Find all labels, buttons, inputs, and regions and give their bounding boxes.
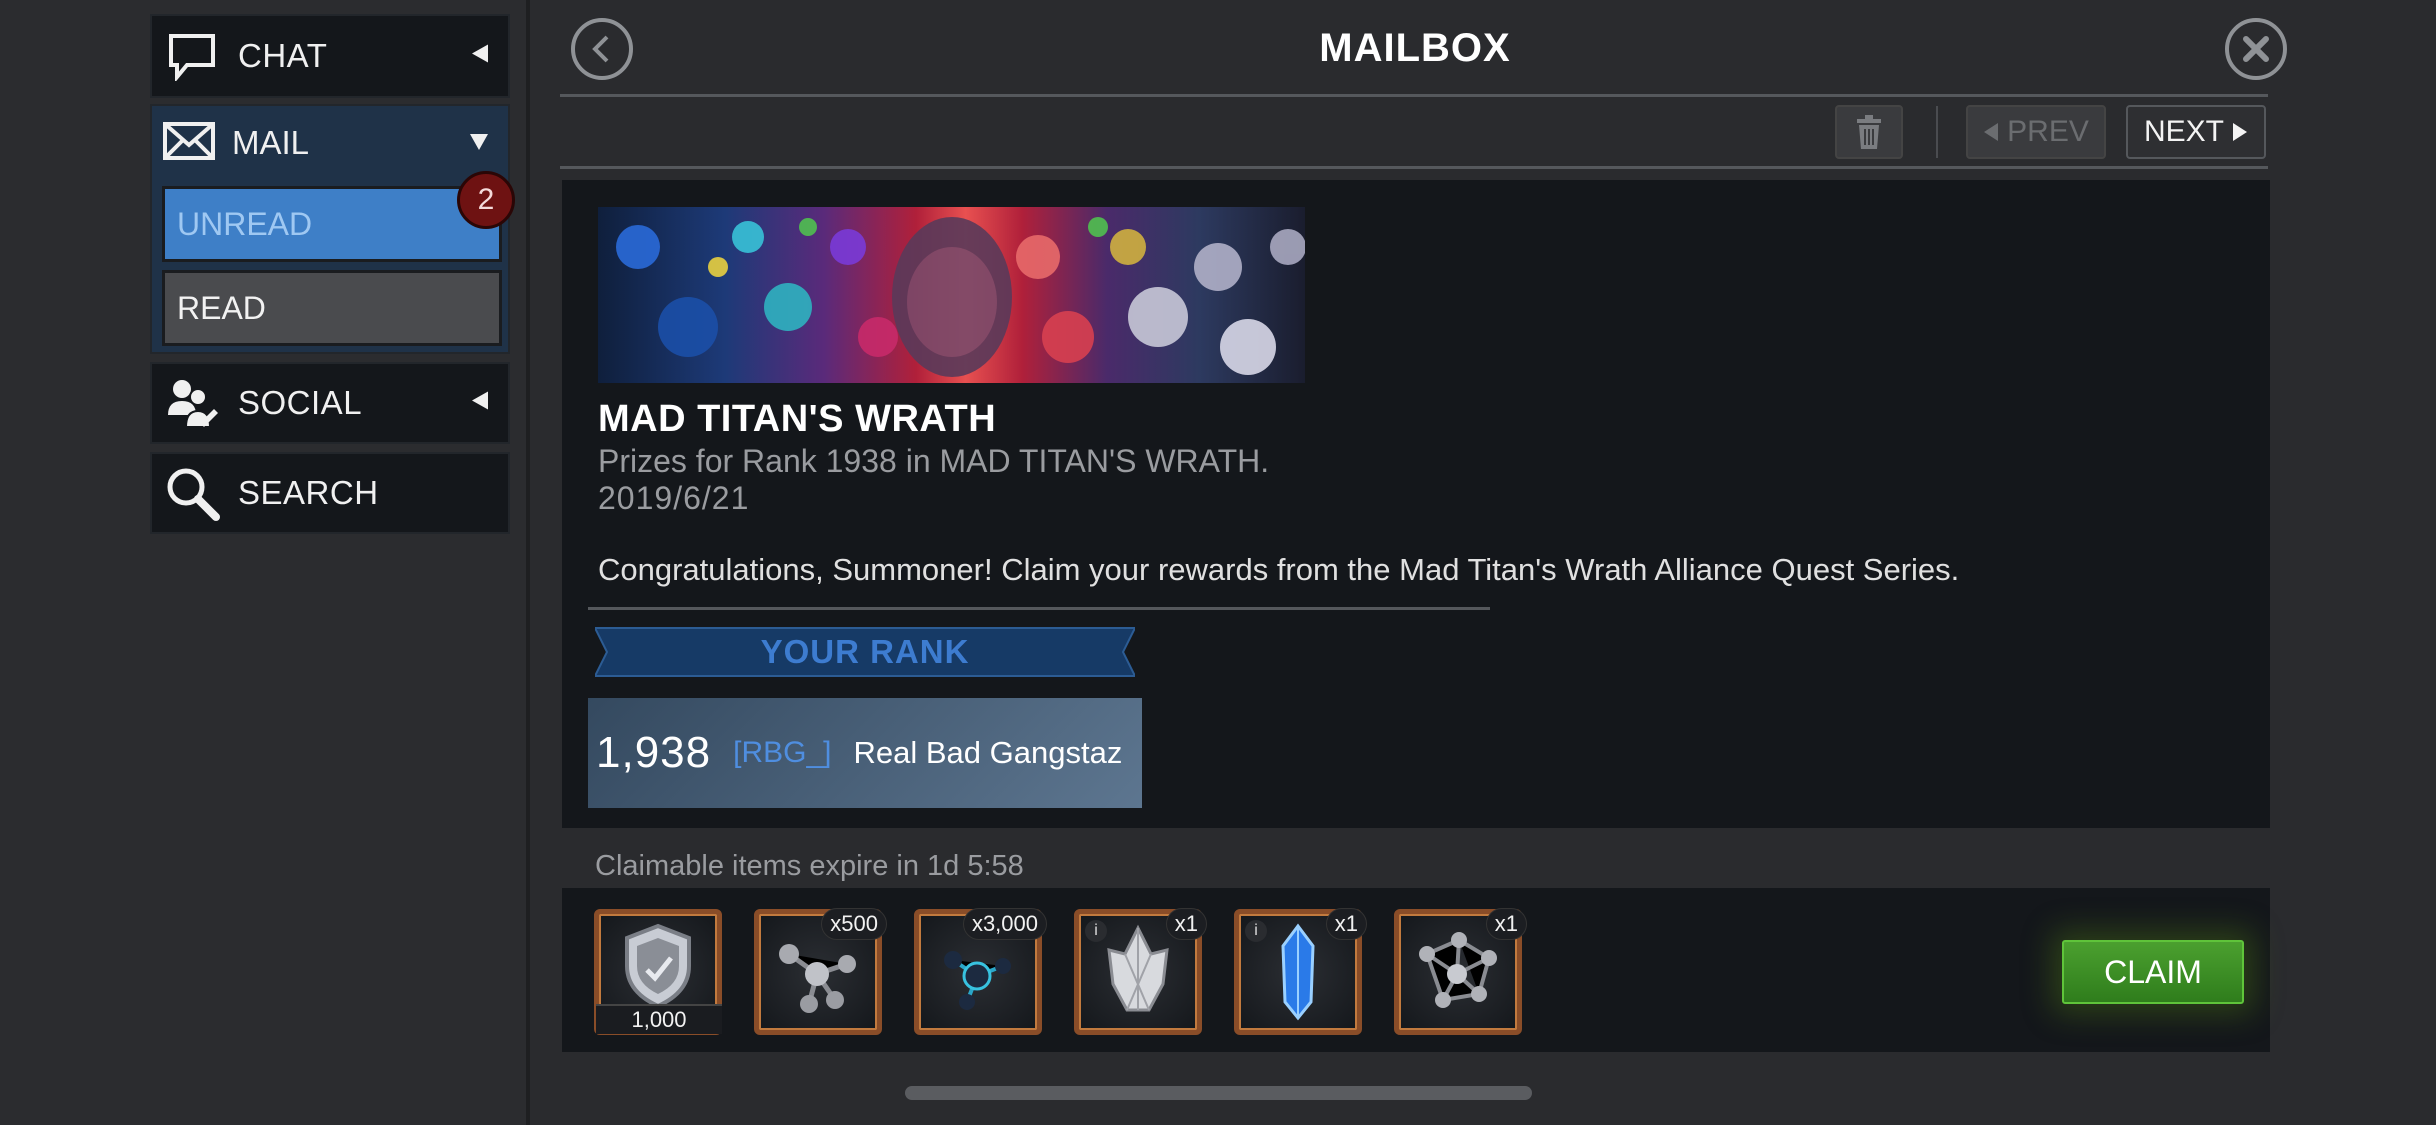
envelope-icon (162, 121, 216, 166)
trash-icon (1857, 115, 1881, 149)
close-icon (2243, 36, 2269, 62)
reward-item[interactable]: x3,000 (914, 908, 1047, 1035)
sidebar-item-search[interactable]: SEARCH (150, 452, 510, 534)
sidebar-item-mail[interactable]: MAIL (152, 106, 508, 180)
prev-label: PREV (2007, 115, 2089, 148)
chevron-left-icon (592, 35, 609, 63)
mail-subtitle: Prizes for Rank 1938 in MAD TITAN'S WRAT… (598, 443, 1270, 479)
next-label: NEXT (2143, 115, 2224, 148)
mail-date: 2019/6/21 (598, 480, 750, 516)
sidebar-item-label: MAIL (232, 124, 310, 161)
unread-count-badge: 2 (457, 171, 515, 229)
social-icon (164, 375, 220, 431)
sidebar-mail-group: MAIL UNREAD READ 2 (150, 104, 515, 354)
alliance-name: Real Bad Gangstaz (853, 735, 1123, 770)
reward-item[interactable]: x500 (754, 908, 887, 1035)
sidebar-item-label: CHAT (238, 37, 328, 74)
sidebar-item-label: SOCIAL (238, 384, 363, 421)
prev-button[interactable]: PREV (1966, 105, 2106, 159)
info-icon[interactable]: i (1245, 920, 1267, 942)
event-banner-image (598, 207, 1305, 383)
rank-heading: YOUR RANK (760, 633, 970, 670)
reward-count: x1 (1485, 908, 1527, 940)
close-button[interactable] (2225, 18, 2287, 80)
chevron-left-icon (470, 390, 490, 417)
alliance-tag: [RBG_] (733, 736, 832, 769)
chevron-down-icon (468, 132, 490, 157)
expire-text: Claimable items expire in 1d 5:58 (595, 850, 1024, 882)
next-button[interactable]: NEXT (2126, 105, 2266, 159)
toolbar-separator (1936, 106, 1938, 158)
tab-read[interactable]: READ (162, 270, 502, 346)
info-icon[interactable]: i (1085, 920, 1107, 942)
sidebar-item-chat[interactable]: CHAT (150, 14, 510, 98)
reward-count: x3,000 (962, 908, 1047, 940)
search-icon (164, 465, 220, 521)
back-button[interactable] (571, 18, 633, 80)
claim-button[interactable]: CLAIM (2062, 940, 2244, 1004)
mail-body: Congratulations, Summoner! Claim your re… (598, 552, 1960, 587)
header-divider (560, 94, 2268, 97)
shield-icon (625, 923, 691, 1009)
triangle-right-icon (2233, 123, 2247, 141)
content-divider (588, 607, 1490, 610)
reward-quantity: 1,000 (596, 1004, 722, 1034)
reward-count: x1 (1325, 908, 1367, 940)
rank-row: 1,938 [RBG_] Real Bad Gangstaz (588, 698, 1142, 808)
horizontal-scrollbar[interactable] (905, 1086, 1532, 1100)
rank-value: 1,938 (596, 728, 712, 777)
reward-count: x500 (821, 908, 887, 940)
chevron-left-icon (470, 43, 490, 70)
toolbar-divider (560, 166, 2268, 169)
page-title: MAILBOX (1319, 26, 1511, 70)
triangle-left-icon (1984, 123, 1999, 141)
sidebar-item-social[interactable]: SOCIAL (150, 362, 510, 444)
sidebar-item-label: SEARCH (238, 474, 379, 511)
chat-icon (164, 28, 220, 84)
delete-button[interactable] (1835, 105, 1903, 159)
reward-item[interactable]: x1 (1394, 908, 1527, 1035)
reward-item[interactable]: 1,000 (594, 909, 722, 1035)
rank-ribbon: YOUR RANK (595, 626, 1135, 678)
tab-unread[interactable]: UNREAD (162, 186, 502, 262)
reward-count: x1 (1165, 908, 1207, 940)
reward-item[interactable]: i x1 (1074, 908, 1207, 1035)
mail-title: MAD TITAN'S WRATH (598, 398, 997, 440)
reward-item[interactable]: i x1 (1234, 908, 1367, 1035)
